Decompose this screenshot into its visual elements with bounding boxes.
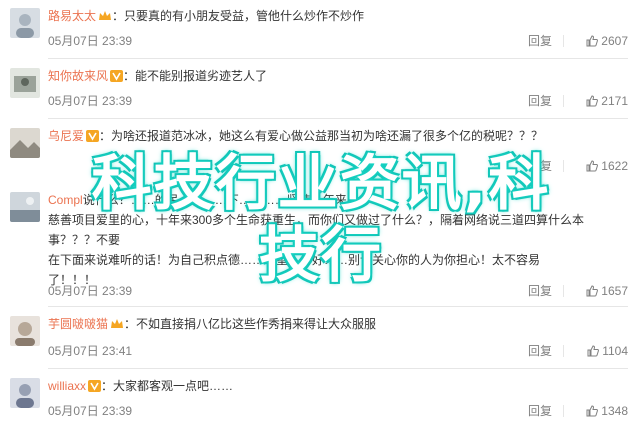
comment-text-block: 知你故来风 ：能不能别报道劣迹艺人了 (48, 66, 628, 88)
comment-username[interactable]: Compl (48, 193, 83, 207)
like-button[interactable]: 1348 (566, 402, 628, 420)
like-button[interactable]: 2607 (566, 32, 628, 50)
like-count: 1348 (601, 404, 628, 418)
thumbs-up-icon (586, 285, 599, 297)
comment-text-line: 说什么？……的民…………下…………坚持十年来的 (82, 193, 359, 207)
like-count: 1104 (602, 344, 628, 358)
v-badge-icon (88, 378, 102, 398)
comment-text: 能不能别报道劣迹艺人了 (135, 69, 268, 83)
reply-button[interactable]: 回复 (528, 342, 552, 360)
reply-button[interactable]: 回复 (528, 32, 552, 50)
comment-text-block: 芋圆啵啵猫 ：不如直接捐八亿比这些作秀捐来得让大众服服 (48, 314, 628, 336)
avatar[interactable] (10, 192, 40, 222)
comment-meta: 回复 1622 (48, 157, 628, 175)
comment-text-block: 乌尼爱 ：为啥还报道范冰冰，她这么有爱心做公益那当初为啥还漏了很多个亿的税呢？？？ (48, 126, 628, 148)
thumbs-up-icon (586, 35, 599, 47)
comment-meta: 05月07日 23:39 回复 2607 (48, 32, 628, 50)
comment-username[interactable]: 乌尼爱 (48, 129, 84, 143)
like-count: 1657 (601, 284, 628, 298)
avatar[interactable] (10, 8, 40, 38)
comment-text: 大家都客观一点吧…… (113, 379, 234, 393)
meta-separator (563, 405, 564, 417)
like-button[interactable]: 1622 (566, 157, 628, 175)
comment-text-block: williaxx ：大家都客观一点吧…… (48, 376, 628, 398)
comment-text-block: 路易太太 ：只要真的有小朋友受益，管他什么炒作不炒作 (48, 6, 628, 28)
comment-text-line: 在下面来说难听的话！为自己积点德……希望……好……别让关心你的人为你担心！太不容… (48, 253, 541, 267)
avatar[interactable] (10, 378, 40, 408)
comment-username[interactable]: 知你故来风 (48, 69, 108, 83)
v-badge-icon (110, 68, 124, 88)
comment-divider (48, 118, 628, 119)
thumbs-up-icon (586, 160, 599, 172)
comment-username[interactable]: williaxx (48, 379, 86, 393)
comment-timestamp: 05月07日 23:39 (48, 34, 133, 48)
comment-username[interactable]: 路易太太 (48, 9, 96, 23)
meta-separator (563, 95, 564, 107)
comment-meta: 05月07日 23:41 回复 1104 (48, 342, 628, 360)
comment-text: 只要真的有小朋友受益，管他什么炒作不炒作 (124, 9, 365, 23)
comment-timestamp: 05月07日 23:39 (48, 94, 133, 108)
avatar[interactable] (10, 316, 40, 346)
meta-separator (563, 160, 564, 172)
like-button[interactable]: 1657 (566, 282, 628, 300)
crown-badge-icon (98, 8, 112, 28)
comment-divider (48, 306, 628, 307)
like-button[interactable]: 2171 (566, 92, 628, 110)
comment-text: 为啥还报道范冰冰，她这么有爱心做公益那当初为啥还漏了很多个亿的税呢？？？ (111, 129, 544, 143)
comment-divider (48, 368, 628, 369)
comment-username[interactable]: 芋圆啵啵猫 (48, 317, 108, 331)
comment-meta: 05月07日 23:39 回复 1348 (48, 402, 628, 420)
like-count: 2607 (601, 34, 628, 48)
comment-timestamp: 05月07日 23:39 (48, 284, 133, 298)
thumbs-up-icon (586, 95, 599, 107)
like-button[interactable]: 1104 (566, 342, 628, 360)
like-count: 2171 (601, 94, 628, 108)
comment-divider (48, 58, 628, 59)
avatar[interactable] (10, 128, 40, 158)
reply-button[interactable]: 回复 (528, 92, 552, 110)
comment-feed: 路易太太 ：只要真的有小朋友受益，管他什么炒作不炒作 05月07日 23:39 回… (0, 0, 642, 424)
meta-separator (563, 285, 564, 297)
crown-badge-icon (110, 316, 124, 336)
comment-text: 不如直接捐八亿比这些作秀捐来得让大众服服 (136, 317, 377, 331)
like-count: 1622 (601, 159, 628, 173)
comment-timestamp: 05月07日 23:41 (48, 344, 133, 358)
v-badge-icon (86, 128, 100, 148)
comment-text-line: 慈善项目爱里的心，十年来300多个生命获重生，而你们又做过了什么？，隔着网络说三… (48, 213, 585, 247)
comment-timestamp: 05月07日 23:39 (48, 404, 133, 418)
reply-button[interactable]: 回复 (528, 402, 552, 420)
meta-separator (563, 35, 564, 47)
avatar[interactable] (10, 68, 40, 98)
comment-text-block: Compl说什么？……的民…………下…………坚持十年来的 慈善项目爱里的心，十年… (48, 190, 628, 290)
comment-meta: 05月07日 23:39 回复 2171 (48, 92, 628, 110)
comment-meta: 05月07日 23:39 回复 1657 (48, 282, 628, 300)
reply-button[interactable]: 回复 (528, 282, 552, 300)
meta-separator (563, 345, 564, 357)
thumbs-up-icon (587, 345, 600, 357)
reply-button[interactable]: 回复 (528, 157, 552, 175)
thumbs-up-icon (586, 405, 599, 417)
